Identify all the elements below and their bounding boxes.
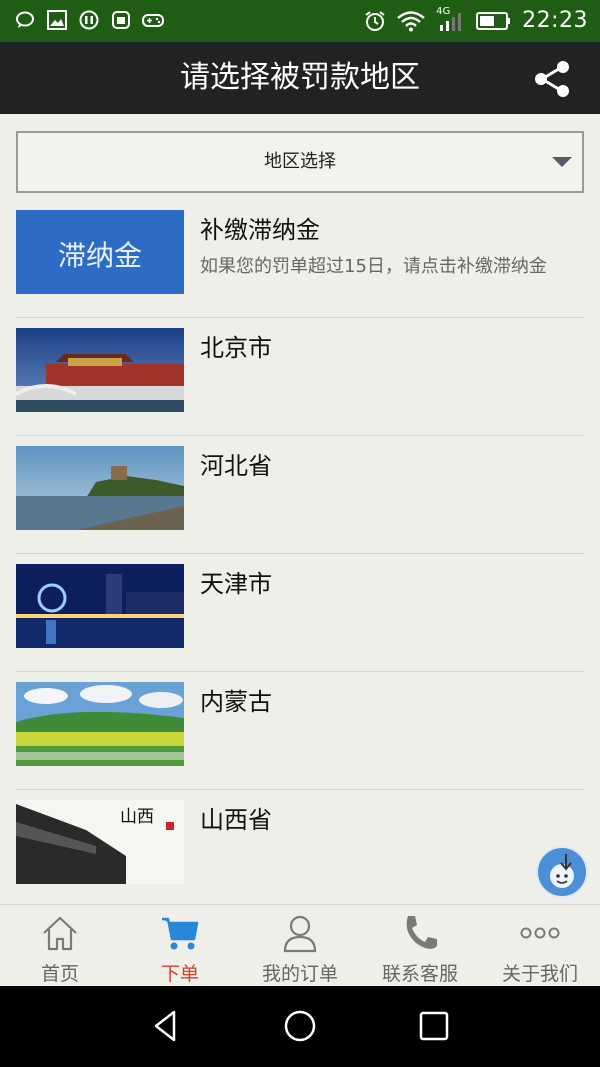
gamepad-icon xyxy=(142,9,164,31)
list-item-late-fee[interactable]: 滞纳金 补缴滞纳金 如果您的罚单超过15日，请点击补缴滞纳金 xyxy=(16,200,584,318)
list-item-title: 补缴滞纳金 xyxy=(200,216,320,244)
tab-my-orders[interactable]: 我的订单 xyxy=(240,905,360,987)
cart-icon xyxy=(162,917,199,950)
tab-contact-service[interactable]: 联系客服 xyxy=(360,905,480,987)
bottom-tab-bar: 首页 下单 我的订单 联系客服 关于我们 xyxy=(0,904,600,986)
tab-label: 联系客服 xyxy=(381,963,458,985)
late-fee-banner: 滞纳金 xyxy=(16,210,184,294)
tab-label: 下单 xyxy=(160,963,199,985)
tianjin-photo xyxy=(16,564,184,648)
list-item-tianjin[interactable]: 天津市 xyxy=(16,554,584,672)
signal-icon: 4G xyxy=(436,6,466,32)
phone-icon xyxy=(406,916,437,949)
list-item-title: 北京市 xyxy=(200,334,272,362)
hebei-photo xyxy=(16,446,184,530)
list-item-title: 内蒙古 xyxy=(200,688,272,716)
home-icon xyxy=(43,916,77,951)
share-button[interactable] xyxy=(532,60,572,98)
battery-icon xyxy=(476,10,512,32)
beijing-photo xyxy=(16,328,184,412)
inner-mongolia-photo xyxy=(16,682,184,766)
list-item-beijing[interactable]: 北京市 xyxy=(16,318,584,436)
recent-apps-icon[interactable] xyxy=(416,1008,452,1044)
list-item-subtitle: 如果您的罚单超过15日，请点击补缴滞纳金 xyxy=(200,256,547,277)
back-icon[interactable] xyxy=(148,1008,184,1044)
android-icon xyxy=(110,9,132,31)
alarm-icon xyxy=(364,10,386,32)
share-icon xyxy=(535,61,569,97)
shanxi-caption: 山西 xyxy=(120,807,154,827)
status-bar: 4G 22:23 xyxy=(0,0,600,42)
list-item-hebei[interactable]: 河北省 xyxy=(16,436,584,554)
wifi-icon xyxy=(396,10,426,32)
region-select[interactable]: 地区选择 xyxy=(16,131,584,193)
user-icon xyxy=(283,915,317,953)
app-icon xyxy=(78,9,100,31)
status-time: 22:23 xyxy=(522,8,588,33)
tab-order[interactable]: 下单 xyxy=(120,905,240,987)
list-item-shanxi[interactable]: 山西 山西省 xyxy=(16,790,584,908)
region-select-label: 地区选择 xyxy=(264,151,336,172)
tab-label: 关于我们 xyxy=(501,963,578,985)
list-item-title: 天津市 xyxy=(200,570,272,598)
system-nav-bar xyxy=(0,986,600,1067)
shanxi-photo: 山西 xyxy=(16,800,184,884)
chevron-down-icon xyxy=(552,157,572,167)
download-icon xyxy=(550,854,574,888)
tab-about-us[interactable]: 关于我们 xyxy=(480,905,600,987)
tab-home[interactable]: 首页 xyxy=(0,905,120,987)
app-header: 请选择被罚款地区 xyxy=(0,42,600,114)
more-icon xyxy=(520,927,560,939)
banner-text: 滞纳金 xyxy=(57,239,142,272)
list-item-title: 河北省 xyxy=(200,452,272,480)
network-type-label: 4G xyxy=(436,5,451,17)
page-title: 请选择被罚款地区 xyxy=(180,60,420,95)
tab-label: 我的订单 xyxy=(261,963,338,985)
image-icon xyxy=(46,9,68,31)
home-nav-icon[interactable] xyxy=(282,1008,318,1044)
floating-assistant-button[interactable] xyxy=(536,846,588,898)
list-item-inner-mongolia[interactable]: 内蒙古 xyxy=(16,672,584,790)
region-list: 滞纳金 补缴滞纳金 如果您的罚单超过15日，请点击补缴滞纳金 北京市 河北省 天… xyxy=(16,200,584,908)
tab-label: 首页 xyxy=(40,963,79,985)
chat-bubble-icon xyxy=(14,9,36,31)
list-item-title: 山西省 xyxy=(200,806,272,834)
